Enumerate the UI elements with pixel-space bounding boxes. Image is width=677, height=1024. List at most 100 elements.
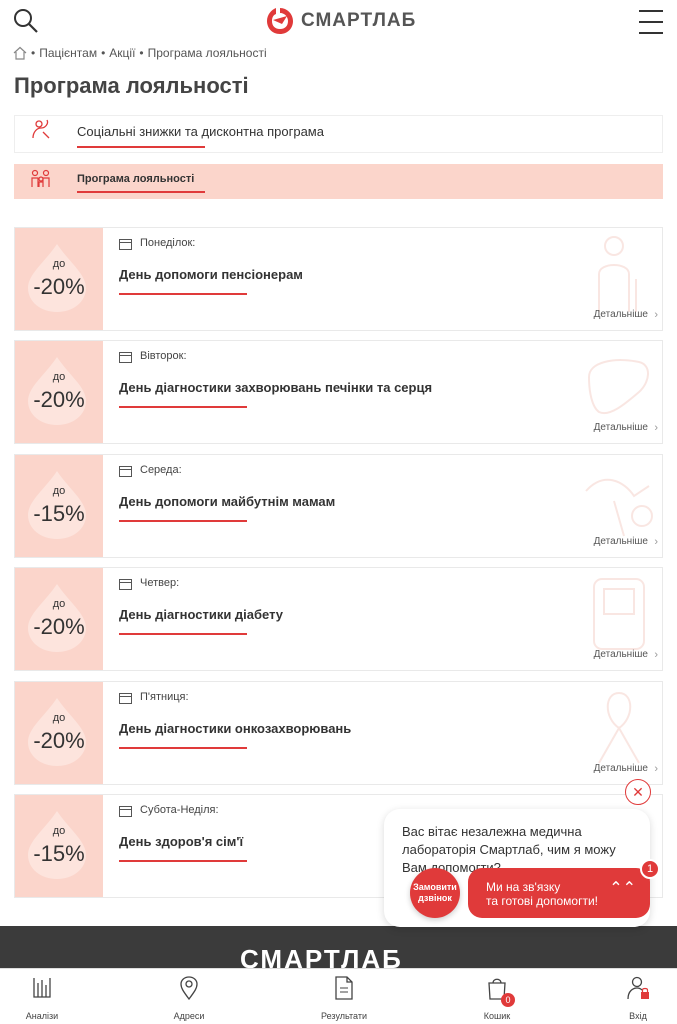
- nav-label: Аналізи: [25, 1011, 59, 1021]
- calendar-icon: [119, 579, 132, 590]
- day-label: П'ятниця:: [140, 691, 189, 703]
- nav-item-addresses[interactable]: Адреси: [149, 975, 229, 1021]
- top-header: СМАРТЛАБ: [0, 0, 677, 44]
- home-icon[interactable]: [13, 46, 27, 60]
- flask-icon: [33, 978, 51, 998]
- elderly-icon: [598, 236, 637, 312]
- card-title[interactable]: День діагностики онкозахворювань: [119, 721, 351, 736]
- promo-card-wednesday[interactable]: до -15% Середа: День допомоги майбутнім …: [14, 454, 663, 558]
- page-title: Програма лояльності: [14, 73, 249, 98]
- nav-item-results[interactable]: Результати: [304, 975, 384, 1021]
- nav-item-cart[interactable]: 0 Кошик: [457, 975, 537, 1021]
- order-call-button[interactable]: Замовити дзвінок: [410, 868, 460, 918]
- liver-heart-icon: [587, 359, 649, 415]
- card-title[interactable]: День допомоги пенсіонерам: [119, 267, 303, 282]
- day-label: Вівторок:: [140, 350, 187, 362]
- tab-label: Програма лояльності: [77, 173, 195, 185]
- calendar-icon: [119, 352, 132, 363]
- chevron-right-icon: ›: [654, 536, 658, 548]
- more-link[interactable]: Детальніше: [594, 309, 648, 320]
- promo-card-tuesday[interactable]: до -20% Вівторок: День діагностики захво…: [14, 340, 663, 444]
- discount-value: -20%: [33, 728, 85, 753]
- tab-label: Соціальні знижки та дисконтна програма: [77, 124, 324, 139]
- hamburger-icon[interactable]: [639, 10, 663, 34]
- card-title[interactable]: День діагностики захворювань печінки та …: [119, 380, 432, 395]
- card-title[interactable]: День діагностики діабету: [119, 607, 283, 622]
- ribbon-icon: [598, 691, 640, 764]
- calendar-icon: [119, 806, 132, 817]
- site-footer: СМАРТЛАБ: [0, 926, 677, 970]
- contact-button[interactable]: Ми на зв'язку та готові допомогти! ⌃⌃: [468, 868, 650, 918]
- nav-item-analyses[interactable]: Аналізи: [2, 975, 82, 1021]
- card-underline: [119, 633, 247, 635]
- bottom-nav: Аналізи Адреси Результати 0 Кошик Вхід: [0, 968, 677, 1024]
- nav-label: Кошик: [483, 1011, 511, 1021]
- main-content: • Пацієнтам • Акції • Програма лояльност…: [0, 44, 677, 926]
- nav-item-login[interactable]: Вхід: [598, 975, 677, 1021]
- search-icon[interactable]: [12, 7, 40, 35]
- promo-card-friday[interactable]: до -20% П'ятниця: День діагностики онкоз…: [14, 681, 663, 785]
- card-underline: [119, 293, 247, 295]
- card-underline: [119, 860, 247, 862]
- discount-badge: до -20%: [15, 682, 103, 784]
- discount-badge: до -20%: [15, 228, 103, 330]
- breadcrumb-item-promos[interactable]: Акції: [109, 46, 135, 60]
- card-underline: [119, 406, 247, 408]
- day-label: Понеділок:: [140, 237, 196, 249]
- more-link[interactable]: Детальніше: [594, 422, 648, 433]
- card-title[interactable]: День допомоги майбутнім мамам: [119, 494, 335, 509]
- footer-logo: СМАРТЛАБ: [240, 944, 403, 970]
- chevron-right-icon: ›: [654, 309, 658, 321]
- discount-value: -15%: [33, 841, 85, 866]
- nav-label: Адреси: [173, 1011, 205, 1021]
- discount-prefix: до: [52, 825, 66, 837]
- user-lock-icon: [627, 976, 649, 1000]
- chevron-up-icon: ⌃⌃: [609, 880, 636, 897]
- chevron-right-icon: ›: [654, 422, 658, 434]
- nav-label: Результати: [321, 1011, 367, 1021]
- discount-prefix: до: [52, 598, 66, 610]
- discount-prefix: до: [52, 258, 66, 270]
- calendar-icon: [119, 239, 132, 250]
- day-label: Середа:: [140, 464, 182, 476]
- social-icon: [32, 119, 50, 139]
- discount-prefix: до: [52, 371, 66, 383]
- discount-value: -15%: [33, 501, 85, 526]
- logo-icon: [267, 8, 293, 34]
- close-icon[interactable]: ✕: [625, 779, 651, 805]
- discount-badge: до -20%: [15, 568, 103, 670]
- discount-value: -20%: [33, 274, 85, 299]
- promo-card-thursday[interactable]: до -20% Четвер: День діагностики діабету…: [14, 567, 663, 671]
- calendar-icon: [119, 693, 132, 704]
- breadcrumb-item-current: Програма лояльності: [147, 46, 267, 60]
- tab-loyalty-program[interactable]: Програма лояльності: [14, 164, 663, 199]
- card-title[interactable]: День здоров'я сім'ї: [119, 834, 243, 849]
- discount-prefix: до: [52, 485, 66, 497]
- map-pin-icon: [180, 976, 198, 1001]
- breadcrumb: • Пацієнтам • Акції • Програма лояльност…: [13, 46, 267, 60]
- glucometer-icon: [593, 578, 645, 650]
- nav-label: Вхід: [629, 1011, 647, 1021]
- discount-badge: до -15%: [15, 795, 103, 897]
- discount-badge: до -15%: [15, 455, 103, 557]
- stork-icon: [585, 478, 653, 537]
- card-underline: [119, 747, 247, 749]
- discount-prefix: до: [52, 712, 66, 724]
- promo-card-monday[interactable]: до -20% Понеділок: День допомоги пенсіон…: [14, 227, 663, 331]
- chevron-right-icon: ›: [654, 763, 658, 775]
- discount-value: -20%: [33, 387, 85, 412]
- discount-badge: до -20%: [15, 341, 103, 443]
- breadcrumb-item-patients[interactable]: Пацієнтам: [39, 46, 97, 60]
- cart-count-badge: 0: [501, 993, 515, 1007]
- discount-value: -20%: [33, 614, 85, 639]
- tab-underline: [77, 191, 205, 193]
- tab-social-discounts[interactable]: Соціальні знижки та дисконтна програма: [14, 115, 663, 153]
- more-link[interactable]: Детальніше: [594, 763, 648, 774]
- document-icon: [335, 976, 353, 1000]
- more-link[interactable]: Детальніше: [594, 649, 648, 660]
- day-label: Четвер:: [140, 577, 180, 589]
- more-link[interactable]: Детальніше: [594, 536, 648, 547]
- chevron-right-icon: ›: [654, 649, 658, 661]
- notification-badge: 1: [640, 859, 660, 879]
- logo[interactable]: СМАРТЛАБ: [265, 6, 416, 36]
